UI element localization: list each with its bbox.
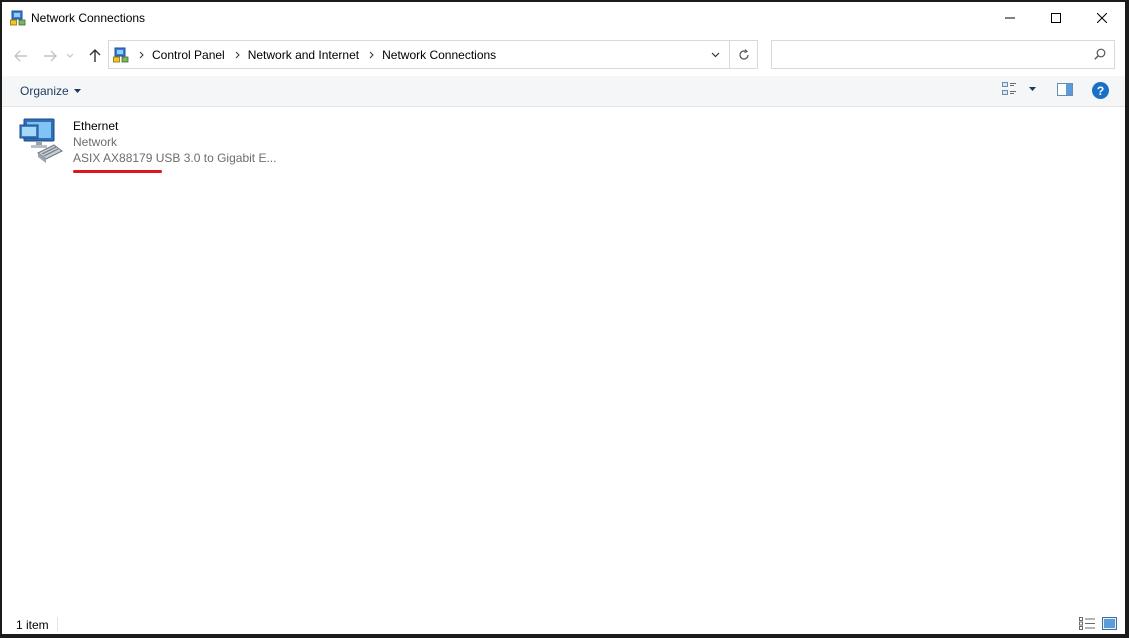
chevron-right-icon[interactable] (139, 51, 144, 59)
address-dropdown-button[interactable] (705, 41, 725, 68)
details-view-icon (1079, 617, 1095, 630)
details-view-button[interactable] (1079, 617, 1095, 633)
connection-details: Ethernet Network ASIX AX88179 USB 3.0 to… (73, 118, 276, 166)
breadcrumb-network-and-internet[interactable]: Network and Internet (248, 48, 359, 62)
change-view-button[interactable] (1002, 82, 1036, 96)
breadcrumb-network-connections[interactable]: Network Connections (382, 48, 496, 62)
search-box[interactable] (771, 40, 1115, 69)
minimize-button[interactable] (987, 2, 1033, 34)
network-folder-icon (113, 47, 129, 63)
navigation-bar: Control Panel Network and Internet Netwo… (2, 34, 1125, 76)
forward-button[interactable] (40, 46, 60, 66)
large-icons-view-button[interactable] (1102, 617, 1117, 633)
chevron-right-icon[interactable] (369, 51, 374, 59)
network-connections-app-icon (10, 10, 26, 26)
status-bar: 1 item (2, 614, 1125, 634)
organize-menu-button[interactable]: Organize (20, 84, 81, 98)
desktop-background-edge (1125, 0, 1129, 638)
search-icon[interactable] (1094, 48, 1106, 60)
back-arrow-icon (14, 50, 27, 62)
maximize-button[interactable] (1033, 2, 1079, 34)
ethernet-adapter-icon (19, 118, 63, 163)
help-button[interactable]: ? (1092, 82, 1109, 99)
connection-device: ASIX AX88179 USB 3.0 to Gigabit E... (73, 151, 277, 165)
item-count: 1 item (16, 618, 49, 632)
connection-status: Network (73, 135, 118, 149)
close-button[interactable] (1079, 2, 1125, 34)
chevron-right-icon[interactable] (235, 51, 240, 59)
preview-pane-button[interactable] (1057, 83, 1073, 99)
dropdown-caret-icon (73, 89, 81, 93)
command-bar: Organize ? (2, 76, 1125, 107)
view-options-icon (1002, 82, 1016, 95)
help-icon: ? (1096, 83, 1105, 98)
connection-item-ethernet[interactable]: Ethernet Network ASIX AX88179 USB 3.0 to… (16, 113, 276, 173)
refresh-icon (739, 48, 749, 60)
window-title: Network Connections (31, 11, 146, 25)
refresh-button[interactable] (729, 41, 758, 68)
large-icons-view-icon (1102, 617, 1117, 630)
preview-pane-icon (1057, 83, 1073, 96)
chevron-down-icon (711, 52, 719, 57)
connection-name: Ethernet (73, 119, 119, 133)
forward-arrow-icon (44, 50, 57, 62)
title-bar: Network Connections (2, 2, 1125, 34)
back-button[interactable] (11, 46, 31, 66)
up-button[interactable] (85, 46, 105, 66)
network-connections-window: Network Connections Control Panel Networ… (2, 2, 1125, 634)
recent-locations-button[interactable] (64, 46, 76, 66)
breadcrumb: Control Panel Network and Internet Netwo… (133, 41, 496, 68)
address-bar[interactable]: Control Panel Network and Internet Netwo… (108, 40, 758, 69)
maximize-icon (1051, 13, 1061, 23)
search-input[interactable] (778, 45, 1082, 66)
red-underline-annotation (73, 170, 162, 173)
status-separator (57, 617, 58, 631)
dropdown-caret-icon[interactable] (1029, 87, 1036, 91)
up-arrow-icon (89, 49, 101, 62)
connections-list: Ethernet Network ASIX AX88179 USB 3.0 to… (2, 107, 1125, 614)
chevron-down-icon (66, 53, 74, 58)
close-icon (1097, 13, 1107, 23)
minimize-icon (1005, 17, 1015, 19)
organize-label: Organize (20, 84, 69, 98)
breadcrumb-control-panel[interactable]: Control Panel (152, 48, 225, 62)
